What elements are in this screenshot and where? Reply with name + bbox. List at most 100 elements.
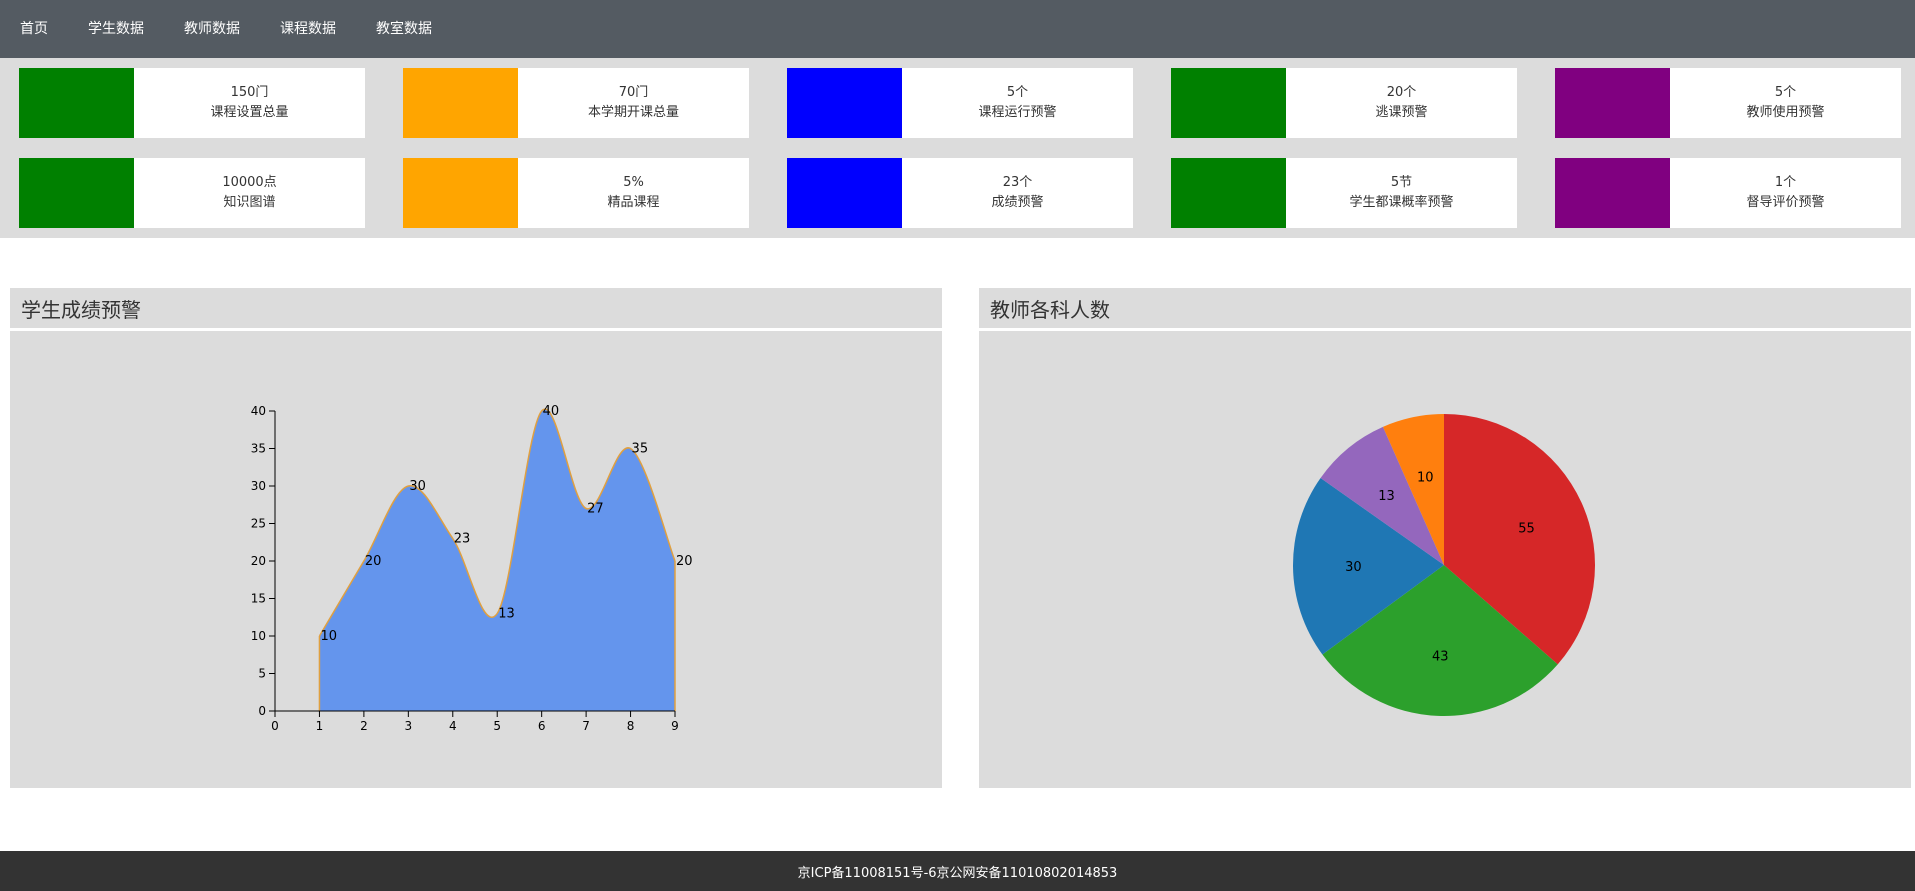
data-label: 40 xyxy=(543,404,560,419)
stat-text: 5节学生都课概率预警 xyxy=(1286,158,1517,228)
stat-text: 1个督导评价预警 xyxy=(1670,158,1901,228)
x-tick-label: 8 xyxy=(627,719,635,733)
stat-text: 150门课程设置总量 xyxy=(134,68,365,138)
x-tick-label: 7 xyxy=(582,719,590,733)
data-label: 10 xyxy=(320,629,337,644)
stat-color-block xyxy=(19,68,134,138)
stat-card: 10000点 知识图谱 xyxy=(19,158,365,228)
stat-text: 5个课程运行预警 xyxy=(902,68,1133,138)
stat-color-block xyxy=(1555,68,1670,138)
x-tick-label: 5 xyxy=(493,719,501,733)
nav-item-home[interactable]: 首页 xyxy=(0,0,68,58)
stat-color-block xyxy=(1171,68,1286,138)
pie-slice-label: 30 xyxy=(1345,560,1362,575)
x-tick-label: 0 xyxy=(271,719,279,733)
pie-slice-label: 55 xyxy=(1518,522,1535,537)
stat-value: 1个 xyxy=(1774,175,1797,190)
stat-label: 学生都课概率预警 xyxy=(1349,195,1454,210)
stat-card: 20个逃课预警 xyxy=(1171,68,1517,138)
stat-grid: 150门课程设置总量 70门本学期开课总量 5个课程运行预警 20个逃课预警 5个教师使… xyxy=(0,58,1915,238)
pie-slice-label: 10 xyxy=(1417,470,1434,485)
data-label: 27 xyxy=(587,502,604,517)
stat-label: 课程设置总量 xyxy=(210,105,289,120)
stat-text: 23个成绩预警 xyxy=(902,158,1133,228)
stat-text: 20个逃课预警 xyxy=(1286,68,1517,138)
data-label: 23 xyxy=(454,532,471,547)
panel-title: 教师各科人数 xyxy=(979,288,1911,331)
stat-label: 课程运行预警 xyxy=(978,105,1057,120)
stat-label: 知识图谱 xyxy=(223,195,276,210)
stat-color-block xyxy=(787,68,902,138)
stat-color-block xyxy=(403,158,518,228)
nav-item-course-data[interactable]: 课程数据 xyxy=(260,0,356,58)
nav-item-teacher-data[interactable]: 教师数据 xyxy=(164,0,260,58)
y-tick-label: 35 xyxy=(251,442,266,456)
data-label: 13 xyxy=(498,607,515,622)
y-tick-label: 15 xyxy=(251,592,266,606)
footer: 京ICP备11008151号-6京公网安备11010802014853 xyxy=(0,851,1915,891)
area-chart-container: 0 1 2 3 4 5 6 7 8 9 0 5 10 15 20 25 30 35 40 10 20 30 23 13 40 27… xyxy=(10,331,942,788)
stat-value: 5个 xyxy=(1006,85,1029,100)
pie-slice-label: 43 xyxy=(1432,650,1449,665)
y-tick-label: 20 xyxy=(251,554,266,568)
pie-slice-label: 13 xyxy=(1378,489,1395,504)
stat-text: 5% 精品课程 xyxy=(518,158,749,228)
data-label: 35 xyxy=(632,442,649,457)
stat-card: 70门本学期开课总量 xyxy=(403,68,749,138)
stat-card: 23个成绩预警 xyxy=(787,158,1133,228)
stat-text: 10000点 知识图谱 xyxy=(134,158,365,228)
stat-label: 督导评价预警 xyxy=(1746,195,1825,210)
stat-text: 5个教师使用预警 xyxy=(1670,68,1901,138)
panel-title: 学生成绩预警 xyxy=(10,288,942,331)
stat-color-block xyxy=(19,158,134,228)
stat-label: 成绩预警 xyxy=(991,195,1044,210)
x-tick-label: 3 xyxy=(405,719,413,733)
y-tick-label: 25 xyxy=(251,517,266,531)
y-tick-label: 40 xyxy=(251,404,266,418)
top-nav: 首页 学生数据 教师数据 课程数据 教室数据 xyxy=(0,0,1915,58)
stat-value: 150门 xyxy=(230,85,269,100)
y-tick-label: 30 xyxy=(251,479,266,493)
stat-card: 5% 精品课程 xyxy=(403,158,749,228)
stat-label: 本学期开课总量 xyxy=(587,105,679,120)
y-tick-label: 0 xyxy=(258,704,266,718)
x-tick-label: 4 xyxy=(449,719,457,733)
y-tick-label: 5 xyxy=(258,667,266,681)
nav-item-classroom-data[interactable]: 教室数据 xyxy=(356,0,452,58)
x-tick-label: 6 xyxy=(538,719,546,733)
x-tick-label: 9 xyxy=(671,719,679,733)
stat-value: 70门 xyxy=(618,85,649,100)
pie-chart: 55 43 30 13 10 xyxy=(1293,414,1595,716)
stat-card: 5个课程运行预警 xyxy=(787,68,1133,138)
stat-card: 1个督导评价预警 xyxy=(1555,158,1901,228)
stat-value: 5% xyxy=(623,175,644,190)
stat-color-block xyxy=(403,68,518,138)
stat-band: 150门课程设置总量 70门本学期开课总量 5个课程运行预警 20个逃课预警 5个教师使… xyxy=(0,58,1915,238)
x-tick-label: 2 xyxy=(360,719,368,733)
area-chart: 0 1 2 3 4 5 6 7 8 9051015202530354010203023134027… xyxy=(251,404,693,733)
stat-label: 逃课预警 xyxy=(1375,105,1428,120)
stat-color-block xyxy=(787,158,902,228)
teacher-subject-count-panel: 教师各科人数 55 43 30 13 10 xyxy=(979,288,1911,788)
stat-color-block xyxy=(1171,158,1286,228)
stat-color-block xyxy=(1555,158,1670,228)
stat-value: 5节 xyxy=(1390,175,1413,190)
stat-value: 20个 xyxy=(1386,85,1417,100)
stat-value: 10000点 xyxy=(222,175,277,190)
data-label: 20 xyxy=(676,554,693,569)
stat-label: 教师使用预警 xyxy=(1746,105,1825,120)
student-grade-warning-panel: 学生成绩预警 0 1 2 3 4 5 6 7 8 9 0 5 10 15 20 25 30 35 40 10 20 30 2… xyxy=(10,288,942,788)
pie-chart-container: 55 43 30 13 10 xyxy=(979,331,1911,788)
stat-value: 5个 xyxy=(1774,85,1797,100)
stat-label: 精品课程 xyxy=(607,195,660,210)
footer-icp-text: 京ICP备11008151号-6京公网安备11010802014853 xyxy=(797,865,1118,881)
y-tick-label: 10 xyxy=(251,629,266,643)
data-label: 30 xyxy=(409,479,426,494)
stat-value: 23个 xyxy=(1002,175,1033,190)
stat-card: 5节学生都课概率预警 xyxy=(1171,158,1517,228)
stat-text: 70门本学期开课总量 xyxy=(518,68,749,138)
data-label: 20 xyxy=(365,554,382,569)
nav-item-student-data[interactable]: 学生数据 xyxy=(68,0,164,58)
stat-card: 150门课程设置总量 xyxy=(19,68,365,138)
x-tick-label: 1 xyxy=(316,719,324,733)
